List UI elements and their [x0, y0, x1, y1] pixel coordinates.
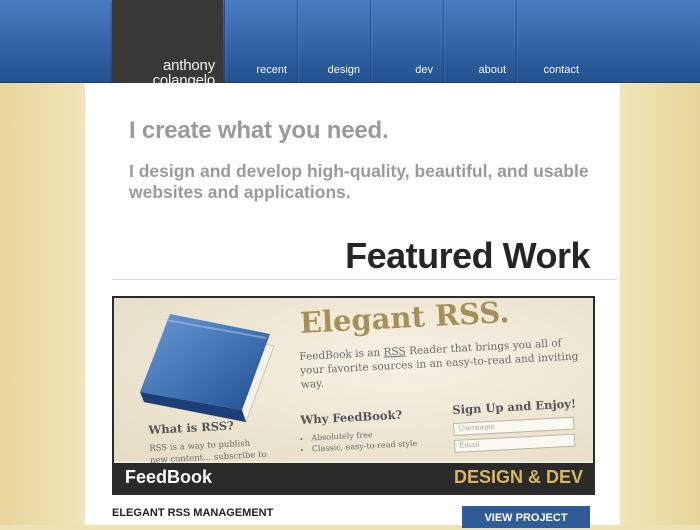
project-screenshot: Elegant RSS. FeedBook is an RSS Reader t…: [114, 296, 593, 466]
project-subtitle: ELEGANT RSS MANAGEMENT: [112, 507, 274, 519]
hero-subheadline: I design and develop high-quality, beaut…: [129, 161, 589, 202]
nav-dev[interactable]: dev: [370, 0, 443, 82]
top-nav-bar: recent design dev about contact: [0, 0, 700, 83]
nav-design[interactable]: design: [297, 0, 370, 82]
username-field-image: Username: [453, 416, 575, 436]
screenshot-column-signup: Sign Up and Enjoy! Username Email: [452, 397, 578, 457]
featured-project-card[interactable]: Elegant RSS. FeedBook is an RSS Reader t…: [112, 296, 595, 495]
nav-recent[interactable]: recent: [224, 0, 297, 82]
hero-headline: I create what you need.: [129, 117, 389, 144]
email-field-image: Email: [453, 433, 576, 453]
project-name: FeedBook: [125, 467, 213, 487]
screenshot-column-why: Why FeedBook? Absolutely free Classic, e…: [300, 407, 418, 455]
nav-recent-label: recent: [256, 64, 287, 76]
main-content: I create what you need. I design and dev…: [85, 83, 620, 528]
screenshot-description-link: RSS: [383, 345, 407, 359]
nav-about[interactable]: about: [443, 0, 516, 82]
project-tags: DESIGN & DEV: [453, 467, 583, 487]
screenshot-column-rss: What is RSS? RSS is a way to publish new…: [148, 417, 270, 467]
screenshot-description-suffix: Reader that brings you all of your favor…: [299, 337, 579, 391]
screenshot-description: FeedBook is an RSS Reader that brings yo…: [299, 335, 581, 392]
nav-contact-label: contact: [543, 64, 579, 76]
col-why-list: Absolutely free Classic, easy-to-read st…: [301, 427, 417, 455]
screenshot-title: Elegant RSS.: [299, 296, 511, 340]
nav-contact[interactable]: contact: [516, 0, 589, 82]
book-icon: [140, 314, 275, 423]
nav-design-label: design: [327, 64, 360, 76]
main-nav: recent design dev about contact: [224, 0, 589, 82]
nav-dev-label: dev: [415, 64, 433, 76]
section-divider: [112, 279, 617, 280]
col-signup-heading: Sign Up and Enjoy!: [452, 396, 577, 417]
col-why-heading: Why FeedBook?: [300, 407, 403, 427]
project-caption-bar: FeedBook DESIGN & DEV: [114, 463, 593, 493]
site-logo[interactable]: anthony colangelo: [112, 0, 223, 93]
nav-about-label: about: [478, 64, 506, 76]
section-title: Featured Work: [345, 235, 590, 276]
